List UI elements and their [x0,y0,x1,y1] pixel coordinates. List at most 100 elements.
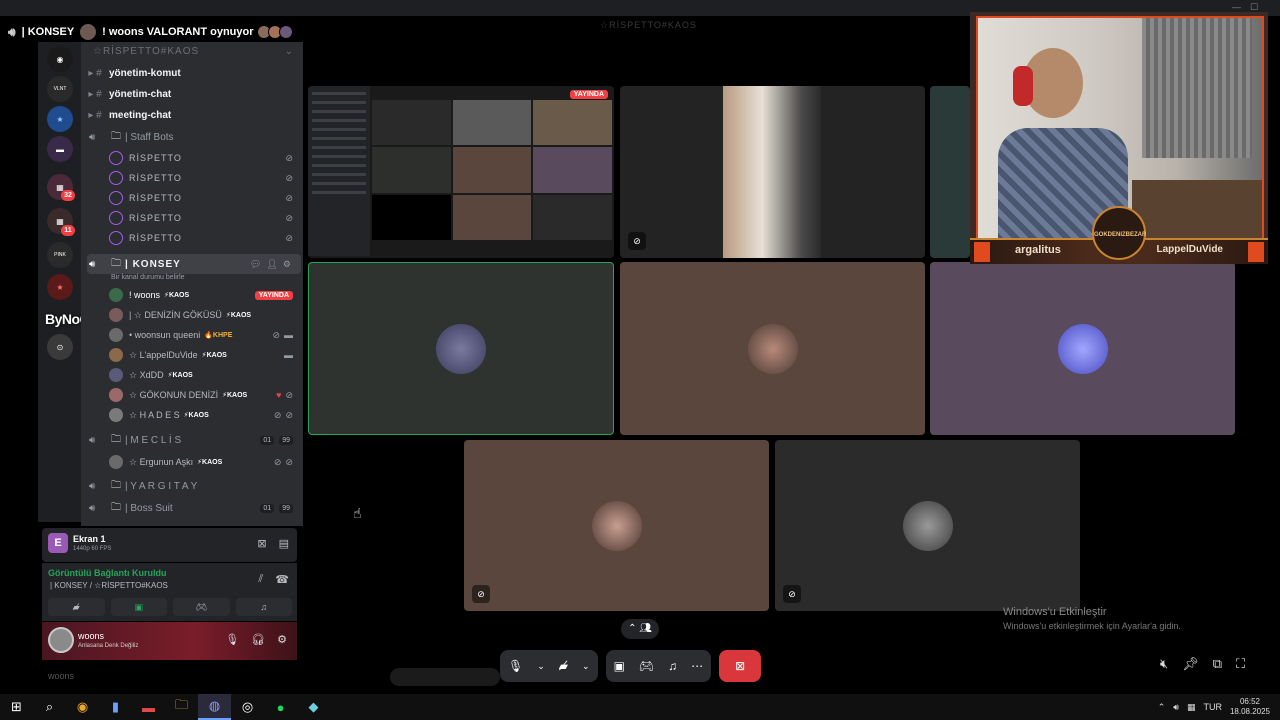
voice-user[interactable]: | ☆ DENİZİN GÖKÜSÜ ⚡KAOS [109,305,299,325]
pin-icon[interactable]: 📌︎ [1182,656,1199,672]
screen-share-button[interactable]: ▣ [110,598,167,616]
volume-mute-icon[interactable]: 🔇︎ [1160,656,1168,672]
screen-share-icon[interactable]: ▣ [614,659,625,673]
more-icon[interactable]: ⋯ [691,659,703,673]
voice-connection-panel: Görüntülü Bağlantı Kuruldu | KONSEY / ☆R… [42,563,297,621]
user-state-icons: ♥ ⊘ [276,390,293,401]
app-icon[interactable]: ◆ [297,694,330,720]
soundboard-button[interactable]: ♫ [235,598,292,616]
video-tile[interactable]: ⊘ [464,440,769,611]
video-tile[interactable]: ⊘ [775,440,1080,611]
voice-user[interactable]: ☆ H A D E S ⚡KAOS ⊘ ⊘ [109,405,299,425]
bot-avatar [109,191,123,205]
folder-icon: 🗀 [111,433,121,445]
voice-user[interactable]: RİSPETTO ⊘ [109,228,299,248]
add-member-icon[interactable]: 👤︎ [266,259,277,270]
avatar [591,500,642,551]
voice-user[interactable]: ☆ L'appelDuVide ⚡KAOS ▬ [109,345,299,365]
app-icon[interactable]: ▬ [132,694,165,720]
discord-home-icon[interactable]: ◉ [47,46,73,72]
server-kaos[interactable]: ★ [47,274,73,300]
server-name[interactable]: ☆RİSPETTO#KAOS [93,46,199,57]
network-icon[interactable]: ▦ [1187,702,1196,713]
muted-icon: ⊘ [272,329,280,340]
discover-icon[interactable]: ⊙ [47,334,73,360]
disconnect-icon[interactable]: ☎ [275,573,289,586]
gear-icon[interactable]: ⚙ [283,259,291,270]
soundboard-icon[interactable]: ♫ [668,659,677,673]
avatar [109,408,123,422]
stop-stream-icon[interactable]: ⊠ [257,537,266,550]
gear-icon[interactable]: ⚙ [277,633,287,646]
headphones-icon[interactable]: 🎧︎ [251,633,265,646]
voice-channel-yargitay[interactable]: 🔊︎ 🗀 | Y A R G I T A Y [81,476,303,496]
spotify-icon[interactable]: ● [264,694,297,720]
voice-user[interactable]: ☆ Ergunun Aşkı ⚡KAOS ⊘ ⊘ [109,452,299,472]
server-valentin[interactable]: VLNT [47,76,73,102]
folder-icon[interactable]: 🗀 [165,694,198,720]
video-tile[interactable] [930,86,970,258]
stream-preview-tile[interactable]: YAYINDA [308,86,614,258]
text-channel-yonetim-komut[interactable]: ▸ # yönetim-komut [81,63,303,83]
voice-user[interactable]: RİSPETTO ⊘ [109,148,299,168]
video-tile[interactable] [620,262,925,435]
windows-start-icon[interactable]: ⊞ [0,694,33,720]
connection-channel[interactable]: | KONSEY / ☆RİSPETTO#KAOS [50,581,168,590]
camera-off-button[interactable]: ▰̸ [48,598,105,616]
popout-icon[interactable]: ⧉ [1213,656,1222,672]
app-icon[interactable]: ▮ [99,694,132,720]
chevron-up-icon[interactable]: ⌃ [1158,702,1166,713]
deafened-icon: ⊘ [285,172,293,183]
camera-off-icon[interactable]: ▰̸ [559,659,568,673]
server-star[interactable]: ★ [47,106,73,132]
text-channel-yonetim-chat[interactable]: ▸ # yönetim-chat [81,84,303,104]
voice-user[interactable]: RİSPETTO ⊘ [109,208,299,228]
voice-channel-staff-bots[interactable]: 🔊︎ 🗀 | Staff Bots [81,127,303,147]
fullscreen-icon[interactable]: ⛶ [1236,656,1245,672]
stream-view-controls: 🔇︎ 📌︎ ⧉ ⛶ [1160,656,1245,672]
voice-channel-meclis[interactable]: 🔊︎ 🗀 | M E C L İ S 01 99 [81,430,303,450]
avatar[interactable] [48,627,74,653]
voice-user[interactable]: • woonsun queeni 🔥KHPE ⊘ ▬ [109,325,299,345]
server-purple[interactable]: ▬ [47,136,73,162]
show-members-button[interactable]: ⌃ 👥︎ [621,619,659,639]
username[interactable]: woons [78,631,104,641]
activity-icon[interactable]: 🎮︎ [639,659,654,673]
channel-status[interactable]: Bir kanal durumu belirle [111,274,185,281]
unread-badge: 11 [61,225,75,236]
voice-channel-boss-suit[interactable]: 🔊︎ 🗀 | Boss Suit 01 99 [81,498,303,518]
text-channel-meeting-chat[interactable]: ▸ # meeting-chat [81,105,303,125]
chat-icon[interactable]: 💬︎ [250,259,261,270]
noise-suppression-icon[interactable]: ⫽ [258,573,263,586]
video-tile-speaking[interactable] [308,262,614,435]
video-tile[interactable] [930,262,1235,435]
microphone-icon[interactable]: 🎙︎ [508,659,523,673]
voice-user[interactable]: RİSPETTO ⊘ [109,188,299,208]
server-rail: ◉ VLNT ★ ▬ ▦ 32 ▦ 11 PINK ★ ⊙ [38,42,81,522]
chevron-down-icon[interactable]: ⌄ [582,661,590,672]
voice-user[interactable]: ☆ XdDD ⚡KAOS [109,365,299,385]
voice-user[interactable]: RİSPETTO ⊘ [109,168,299,188]
stream-settings-icon[interactable]: ▤ [279,537,289,550]
stop-stream-button[interactable]: ⊠ [719,650,762,682]
chevron-down-icon[interactable]: ⌄ [285,46,293,57]
voice-user[interactable]: ☆ GÖKONUN DENİZİ ⚡KAOS ♥ ⊘ [109,385,299,405]
activity-button[interactable]: 🎮︎ [173,598,230,616]
system-tray: ⌃ 🔊︎ ▦ TUR 06:52 18.08.2025 [1158,694,1270,720]
screen-quality: 1440p 60 FPS [73,546,112,552]
server-pink[interactable]: PINK [47,242,73,268]
microphone-icon[interactable]: 🎙︎ [225,633,239,646]
minimize-icon[interactable]: — [1232,2,1241,12]
app-icon[interactable]: ◎ [231,694,264,720]
video-tile[interactable]: ⊘ [620,86,925,258]
clock[interactable]: 06:52 18.08.2025 [1230,697,1270,717]
chrome-icon[interactable]: ◉ [66,694,99,720]
voice-user[interactable]: ! woons ⚡KAOS YAYINDA [109,285,299,305]
language-indicator[interactable]: TUR [1203,702,1222,712]
chevron-down-icon[interactable]: ⌄ [537,661,545,672]
stream-preview-grid [372,100,612,240]
volume-icon[interactable]: 🔊︎ [1173,702,1179,713]
discord-icon[interactable]: ◍ [198,694,231,720]
voice-channel-konsey[interactable]: 🔊︎ 🗀 | KONSEY 💬︎ 👤︎ ⚙ [87,254,301,274]
search-icon[interactable]: ⌕ [33,694,66,720]
